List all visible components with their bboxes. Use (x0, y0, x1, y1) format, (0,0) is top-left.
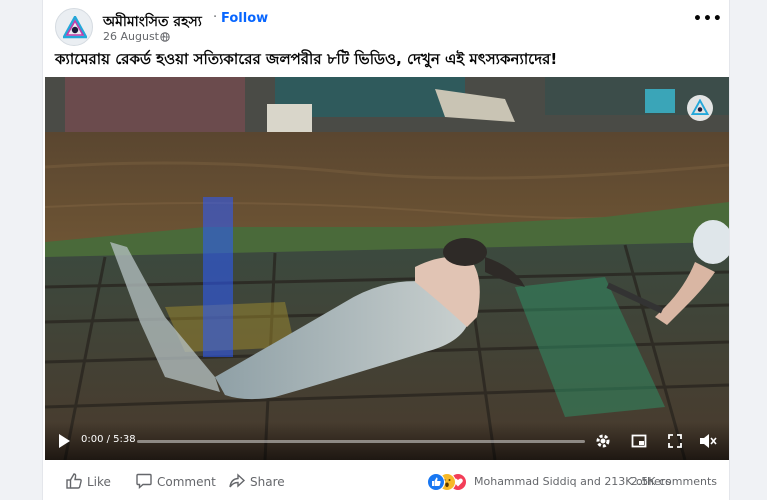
comment-icon (136, 473, 152, 490)
video-frame (45, 77, 729, 460)
share-label: Share (250, 475, 285, 489)
channel-watermark (687, 95, 713, 121)
miniplayer-icon[interactable] (631, 433, 647, 449)
like-label: Like (87, 475, 111, 489)
globe-icon (160, 32, 170, 42)
comment-label: Comment (157, 475, 216, 489)
eye-watermark-icon (691, 99, 709, 115)
eye-logo-icon (63, 16, 87, 39)
share-button[interactable]: Share (228, 472, 298, 492)
comments-count[interactable]: 2.5K comments (631, 475, 717, 488)
post-card: অমীমাংসিত রহস্য · Follow 26 August · •••… (42, 0, 730, 500)
play-icon[interactable] (57, 433, 71, 449)
follow-button[interactable]: Follow (221, 11, 268, 26)
more-options-button[interactable]: ••• (693, 8, 722, 30)
share-icon (229, 473, 246, 488)
video-controls: 0:00 / 5:38 (45, 422, 729, 460)
page-avatar[interactable] (55, 8, 93, 46)
post-caption: ক্যামেরায় রেকর্ড হওয়া সত্যিকারের জলপরী… (55, 50, 558, 68)
like-button[interactable]: Like (65, 472, 125, 492)
post-date[interactable]: 26 August · (103, 30, 166, 43)
comment-button[interactable]: Comment (135, 472, 225, 492)
video-time: 0:00 / 5:38 (81, 434, 136, 445)
fullscreen-icon[interactable] (667, 433, 683, 449)
separator-dot: · (213, 10, 218, 25)
post-header: অমীমাংসিত রহস্য · Follow 26 August · ••• (43, 0, 729, 46)
progress-bar[interactable] (137, 440, 585, 443)
like-reaction-icon (427, 473, 445, 491)
post-actions: Like Comment Share Mohammad Siddiq and 2… (43, 462, 729, 500)
settings-icon[interactable] (595, 433, 611, 449)
thumbs-up-icon (66, 473, 82, 489)
volume-muted-icon[interactable] (699, 433, 717, 449)
video-player[interactable]: 0:00 / 5:38 (45, 77, 729, 460)
